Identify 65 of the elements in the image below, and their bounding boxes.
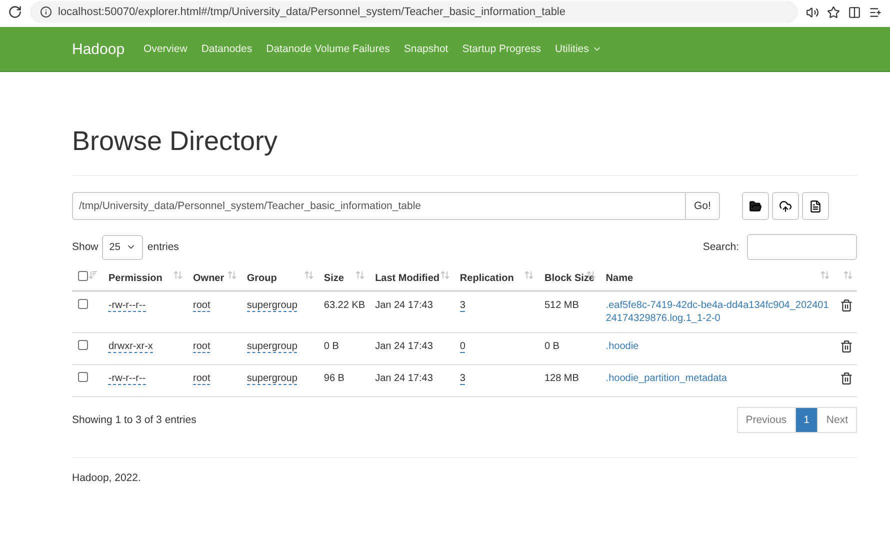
- delete-icon[interactable]: [840, 372, 853, 385]
- upload-button[interactable]: [772, 192, 799, 220]
- table-cell[interactable]: root: [193, 341, 210, 353]
- entries-select[interactable]: 25: [102, 234, 144, 260]
- column-header[interactable]: Size: [324, 272, 344, 285]
- table-cell[interactable]: supergroup: [246, 341, 298, 353]
- table-cell[interactable]: 0: [460, 341, 466, 353]
- column-header[interactable]: Replication: [460, 272, 514, 285]
- page-button[interactable]: Previous: [736, 407, 796, 433]
- table-cell[interactable]: root: [193, 373, 210, 385]
- select-all-checkbox[interactable]: [78, 271, 88, 281]
- table-cell: Jan 24 17:43: [375, 300, 433, 311]
- column-header[interactable]: Group: [246, 272, 277, 285]
- file-link[interactable]: .eaf5fe8c-7419-42dc-be4a-dd4a134fc904_20240124174329876.log.1_1-2-0: [606, 299, 830, 325]
- info-icon[interactable]: [40, 6, 52, 18]
- column-header[interactable]: Block Size: [544, 272, 594, 285]
- page-title: Browse Directory: [72, 126, 279, 157]
- column-header[interactable]: Last Modified: [375, 272, 440, 285]
- document-button[interactable]: [802, 192, 829, 220]
- search-field[interactable]: [747, 234, 857, 260]
- reload-icon[interactable]: [8, 5, 22, 19]
- table-cell[interactable]: 3: [460, 373, 466, 385]
- folder-button[interactable]: [742, 192, 769, 220]
- column-header[interactable]: Name: [606, 272, 634, 285]
- row-checkbox[interactable]: [78, 340, 88, 350]
- table-cell[interactable]: -rw-r--r--: [108, 300, 146, 312]
- file-link[interactable]: .hoodie_partition_metadata: [606, 372, 727, 385]
- read-aloud-icon[interactable]: [806, 6, 819, 18]
- favorites-icon[interactable]: [869, 6, 882, 18]
- folder-icon: [748, 200, 762, 212]
- star-icon[interactable]: [827, 6, 840, 18]
- table-cell: 128 MB: [544, 373, 579, 384]
- delete-icon[interactable]: [840, 340, 853, 353]
- table-cell[interactable]: supergroup: [246, 300, 298, 312]
- table-cell[interactable]: drwxr-xr-x: [108, 341, 153, 353]
- upload-icon: [778, 200, 792, 212]
- split-screen-icon[interactable]: [848, 6, 861, 18]
- table-cell[interactable]: supergroup: [246, 373, 298, 385]
- page-button[interactable]: Next: [817, 407, 857, 433]
- table-cell: 512 MB: [544, 300, 579, 311]
- entries-info: Showing 1 to 3 of 3 entries: [72, 414, 196, 426]
- table-cell: 0 B: [544, 341, 560, 352]
- address-bar[interactable]: localhost:50070/explorer.html#/tmp/University_data/Personnel_system/Teacher_basic_information_table: [30, 1, 798, 23]
- file-link[interactable]: .hoodie: [606, 340, 639, 353]
- table-cell[interactable]: -rw-r--r--: [108, 373, 146, 385]
- row-checkbox[interactable]: [78, 372, 88, 382]
- table-cell: 0 B: [324, 341, 339, 352]
- table-cell: 96 B: [324, 373, 344, 384]
- page-button[interactable]: 1: [794, 407, 818, 433]
- footer-text: Hadoop, 2022.: [72, 472, 141, 484]
- document-icon: [808, 200, 822, 212]
- search-label: Search:: [702, 241, 739, 253]
- column-header[interactable]: Owner: [193, 272, 224, 285]
- table-cell: Jan 24 17:43: [375, 341, 433, 352]
- table-cell[interactable]: 3: [460, 300, 466, 312]
- go-button[interactable]: Go!: [686, 192, 720, 220]
- table-cell: Jan 24 17:43: [375, 373, 433, 384]
- row-checkbox[interactable]: [78, 299, 88, 309]
- path-field[interactable]: /tmp/University_data/Personnel_system/Teacher_basic_information_table: [72, 192, 686, 220]
- table-cell: 63.22 KB: [324, 300, 366, 311]
- column-header[interactable]: Permission: [108, 272, 162, 285]
- table-cell[interactable]: root: [193, 300, 210, 312]
- show-label: Show: [72, 241, 98, 253]
- delete-icon[interactable]: [840, 299, 853, 312]
- entries-label: entries: [147, 241, 179, 253]
